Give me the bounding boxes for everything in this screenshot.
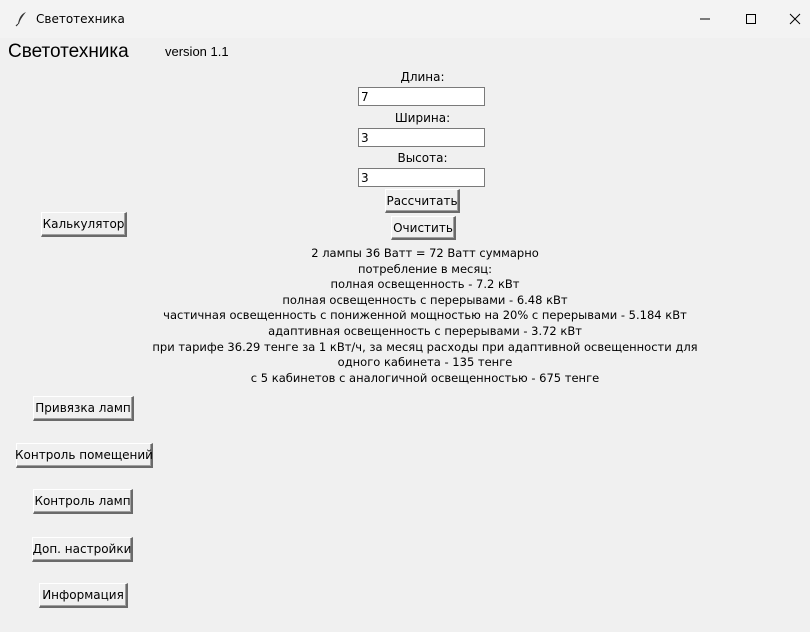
window-titlebar: Светотехника <box>0 0 810 38</box>
length-label: Длина: <box>400 70 445 84</box>
minimize-icon <box>699 10 711 29</box>
minimize-button[interactable] <box>682 0 728 38</box>
feather-icon <box>14 11 30 27</box>
result-line: полная освещенность с перерывами - 6.48 … <box>282 292 568 307</box>
close-button[interactable] <box>772 0 810 38</box>
sidebar-item-room-control[interactable]: Контроль помещений <box>15 443 153 468</box>
results-panel: 2 лампы 36 Ватт = 72 Ватт суммарно потре… <box>140 246 710 386</box>
length-input[interactable] <box>358 87 485 106</box>
sidebar-item-extra-settings[interactable]: Доп. настройки <box>32 537 133 562</box>
calculate-button[interactable]: Рассчитать <box>385 189 460 213</box>
result-line: полная освещенность - 7.2 кВт <box>330 277 520 292</box>
height-label: Высота: <box>397 151 448 165</box>
app-version: version 1.1 <box>165 44 229 59</box>
result-line: 2 лампы 36 Ватт = 72 Ватт суммарно <box>311 246 539 260</box>
sidebar-item-info[interactable]: Информация <box>39 583 128 608</box>
result-line: одного кабинета - 135 тенге <box>337 355 513 370</box>
result-line: частичная освещенность с пониженной мощн… <box>163 308 687 323</box>
sidebar-item-lamp-control[interactable]: Контроль ламп <box>33 489 133 514</box>
sidebar-item-calculator[interactable]: Калькулятор <box>41 212 127 237</box>
maximize-button[interactable] <box>728 0 774 38</box>
width-input[interactable] <box>358 128 485 147</box>
clear-button[interactable]: Очистить <box>391 216 456 240</box>
result-line: адаптивная освещенность с перерывами - 3… <box>268 323 582 338</box>
window-title: Светотехника <box>36 12 125 26</box>
result-line: с 5 кабинетов с аналогичной освещенность… <box>250 370 600 385</box>
maximize-icon <box>745 10 757 29</box>
close-icon <box>789 10 801 29</box>
height-input[interactable] <box>358 168 485 187</box>
app-title: Светотехника <box>8 41 129 62</box>
sidebar-item-lamp-binding[interactable]: Привязка ламп <box>33 396 134 421</box>
result-line: потребление в месяц: <box>358 261 492 276</box>
result-line: при тарифе 36.29 тенге за 1 кВт/ч, за ме… <box>152 339 698 354</box>
width-label: Ширина: <box>394 111 451 125</box>
